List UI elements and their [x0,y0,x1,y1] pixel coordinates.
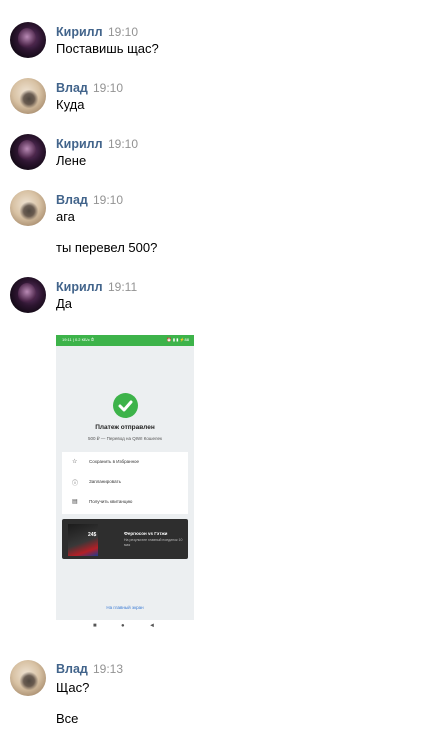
payment-title: Платеж отправлен [95,424,155,431]
schedule-action: ⓘ Запланировать [62,472,188,492]
photo-attachment[interactable]: 19:11 | 0.2 КБ/с ⏱ ⏰ ▮ ▮ ⚡88 Платеж отпр… [56,335,194,620]
avatar[interactable] [10,22,46,58]
promo-banner: 24$ Фергюсон vs Гэтжи На результате глав… [62,519,188,559]
clock-icon: ⓘ [72,481,79,487]
message-text: Поставишь щас? [56,41,159,56]
author-name[interactable]: Влад [56,81,88,95]
home-screen-link: На главный экран [106,605,144,610]
action-label: Запланировать [89,479,121,484]
avatar[interactable] [10,134,46,170]
avatar[interactable] [10,190,46,226]
author-name[interactable]: Кирилл [56,137,103,151]
author-name[interactable]: Влад [56,662,88,676]
save-favorite-action: ☆ Сохранить в Избранное [62,452,188,472]
message-text: Да [56,296,73,311]
star-icon: ☆ [72,459,78,465]
receipt-icon: ▤ [72,499,78,505]
back-icon: ◄ [149,623,155,629]
recent-apps-icon: ■ [93,623,97,629]
author-name[interactable]: Кирилл [56,280,103,294]
message-time: 19:13 [93,662,124,676]
status-left-text: 19:11 | 0.2 КБ/с ⏱ [62,337,94,342]
status-right-text: ⏰ ▮ ▮ ⚡88 [166,337,189,342]
author-name[interactable]: Влад [56,193,88,207]
author-name[interactable]: Кирилл [56,25,103,39]
message-text: Все [56,711,79,726]
action-label: Получить квитанцию [89,499,133,504]
promo-number: 24$ [88,532,97,538]
home-icon: ● [121,623,125,629]
message-text: Куда [56,97,85,112]
message-text: Лене [56,153,87,168]
avatar[interactable] [10,277,46,313]
message-text: ты перевел 500? [56,240,158,255]
success-check-icon [113,393,138,418]
promo-poster [68,524,98,556]
message-text: ага [56,209,75,224]
promo-title: Фергюсон vs Гэтжи [124,531,168,536]
phone-nav-bar: ■ ● ◄ [56,620,194,636]
promo-description: На результате главный поединок 10 мая [124,538,183,547]
payment-actions: ☆ Сохранить в Избранное ⓘ Запланировать … [62,452,188,514]
message-time: 19:10 [93,193,124,207]
message-time: 19:10 [93,81,124,95]
message-time: 19:11 [108,280,138,294]
phone-status-bar: 19:11 | 0.2 КБ/с ⏱ ⏰ ▮ ▮ ⚡88 [56,335,194,346]
action-label: Сохранить в Избранное [89,459,140,464]
message-time: 19:10 [108,25,139,39]
message-time: 19:10 [108,137,139,151]
payment-subtitle: 500 ₽ — Перевод на QIWI Кошелек [88,436,162,441]
avatar[interactable] [10,660,46,696]
avatar[interactable] [10,78,46,114]
message-text: Щас? [56,680,90,695]
receipt-action: ▤ Получить квитанцию [62,492,188,512]
